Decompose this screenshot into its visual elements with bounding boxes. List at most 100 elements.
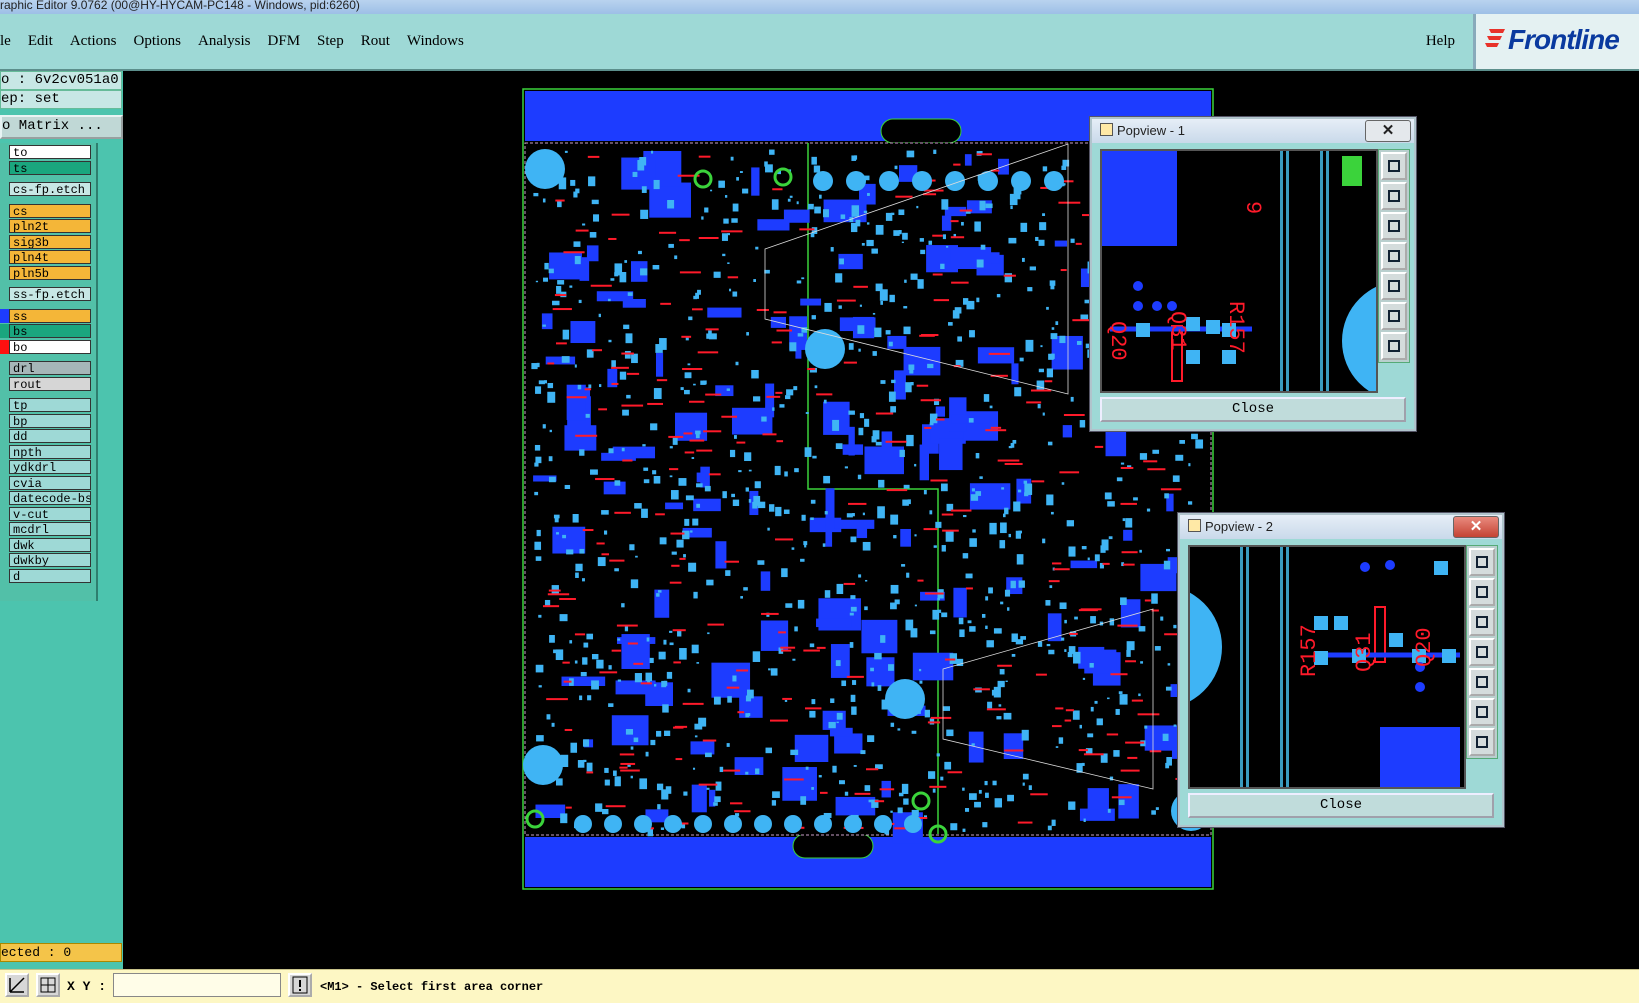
silkscreen-mark: [1120, 502, 1137, 505]
copper-area: [757, 219, 790, 231]
popview-zoom-tool-icon[interactable]: [1469, 698, 1495, 726]
menu-item-edit[interactable]: Edit: [28, 33, 53, 50]
popview-zoom-tool-icon[interactable]: [1469, 578, 1495, 606]
smd-pad: [724, 195, 728, 198]
layer-dd[interactable]: dd: [9, 429, 91, 443]
popview-zoom-tool-icon[interactable]: [1469, 668, 1495, 696]
layer-tp[interactable]: tp: [9, 398, 91, 412]
menu-item-analysis[interactable]: Analysis: [198, 33, 251, 50]
popview-2-view[interactable]: R157 Q31 Q20: [1188, 545, 1466, 789]
smd-pad: [1167, 663, 1171, 666]
layer-dwk[interactable]: dwk: [9, 537, 91, 552]
layer-pln5b[interactable]: pln5b: [9, 265, 91, 280]
smd-pad: [738, 470, 742, 473]
layer-drl[interactable]: drl: [9, 361, 91, 375]
silkscreen-mark: [705, 328, 719, 331]
menu-item-actions[interactable]: Actions: [70, 33, 117, 50]
menu-item-le[interactable]: le: [0, 33, 11, 50]
popview-zoom-tool-icon[interactable]: [1381, 152, 1407, 180]
silkscreen-mark: [679, 557, 686, 560]
popview-1-titlebar[interactable]: Popview - 1 ✕: [1092, 119, 1414, 143]
layer-dwkby[interactable]: dwkby: [9, 553, 91, 567]
layer-cvia[interactable]: cvia: [9, 475, 91, 490]
silkscreen-mark: [816, 393, 833, 396]
copper-area: [1123, 529, 1133, 541]
step-name: ep: set: [0, 90, 122, 109]
layer-datecode-bs[interactable]: datecode-bs: [9, 491, 91, 505]
smd-pad: [785, 395, 791, 400]
layer-rout[interactable]: rout: [9, 376, 91, 391]
popview-zoom-tool-icon[interactable]: [1469, 728, 1495, 756]
layer-ss-fp.etch[interactable]: ss-fp.etch: [9, 287, 91, 301]
popview-1-close-button[interactable]: Close: [1100, 397, 1406, 422]
smd-pad: [1025, 339, 1034, 352]
silkscreen-mark: [611, 382, 619, 385]
smd-pad: [919, 680, 923, 684]
smd-pad: [706, 579, 714, 586]
layer-ss[interactable]: ss: [9, 308, 91, 323]
popview-zoom-tool-icon[interactable]: [1469, 638, 1495, 666]
silkscreen-mark: [775, 391, 783, 394]
menu-item-dfm[interactable]: DFM: [268, 33, 301, 50]
popview-zoom-tool-icon[interactable]: [1381, 272, 1407, 300]
menu-item-windows[interactable]: Windows: [407, 33, 464, 50]
smd-pad: [574, 255, 581, 265]
measure-tool-icon[interactable]: [5, 973, 29, 997]
menu-item-rout[interactable]: Rout: [361, 33, 390, 50]
smd-pad: [1122, 518, 1126, 522]
layer-bs[interactable]: bs: [9, 324, 91, 338]
layer-pln2t[interactable]: pln2t: [9, 219, 91, 233]
popview-zoom-tool-icon[interactable]: [1381, 302, 1407, 330]
layer-cs-fp.etch[interactable]: cs-fp.etch: [9, 182, 91, 196]
popview-zoom-tool-icon[interactable]: [1469, 608, 1495, 636]
layer-v-cut[interactable]: v-cut: [9, 506, 91, 521]
popview-1-view[interactable]: Q20 Q31 R157 9: [1100, 149, 1378, 393]
smd-pad: [736, 177, 739, 181]
popview-zoom-tool-icon[interactable]: [1381, 332, 1407, 360]
xy-input[interactable]: [113, 973, 281, 997]
smd-pad: [1029, 266, 1036, 271]
popview-2-close-icon[interactable]: ✕: [1453, 516, 1499, 538]
popview-1-close-icon[interactable]: ✕: [1365, 120, 1411, 142]
popview-zoom-tool-icon[interactable]: [1381, 182, 1407, 210]
popview-zoom-tool-icon[interactable]: [1469, 548, 1495, 576]
layer-npth[interactable]: npth: [9, 444, 91, 459]
smd-pad: [1049, 585, 1053, 589]
layer-bp[interactable]: bp: [9, 413, 91, 428]
grid-tool-icon[interactable]: [36, 973, 60, 997]
layer-mcdrl[interactable]: mcdrl: [9, 522, 91, 536]
smd-pad: [850, 222, 858, 233]
smd-pad: [890, 514, 899, 525]
smd-pad: [920, 249, 926, 255]
layer-ts[interactable]: ts: [9, 160, 91, 175]
copper-area: [782, 767, 817, 801]
menu-item-step[interactable]: Step: [317, 33, 344, 50]
popview-zoom-tool-icon[interactable]: [1381, 242, 1407, 270]
silkscreen-mark: [843, 582, 856, 585]
silkscreen-mark: [542, 605, 560, 608]
layer-d[interactable]: d: [9, 568, 91, 583]
layer-to[interactable]: to: [9, 145, 91, 159]
alert-icon[interactable]: [288, 973, 312, 997]
layer-sig3b[interactable]: sig3b: [9, 234, 91, 249]
popview-2-toolbar: [1466, 545, 1498, 759]
layer-cs[interactable]: cs: [9, 203, 91, 218]
popview-zoom-tool-icon[interactable]: [1381, 212, 1407, 240]
layer-ydkdrl[interactable]: ydkdrl: [9, 460, 91, 474]
layer-bo[interactable]: bo: [9, 339, 91, 354]
smd-pad: [903, 326, 911, 335]
layer-pln4t[interactable]: pln4t: [9, 250, 91, 264]
smd-pad: [1042, 538, 1046, 544]
smd-pad: [850, 595, 856, 600]
smd-pad: [562, 329, 570, 340]
smd-pad: [535, 456, 542, 464]
menu-item-options[interactable]: Options: [134, 33, 182, 50]
smd-pad: [978, 789, 982, 794]
silkscreen-mark: [599, 671, 618, 674]
matrix-button[interactable]: o Matrix ...: [0, 115, 123, 139]
popview-2-close-button[interactable]: Close: [1188, 793, 1494, 818]
smd-pad: [838, 305, 842, 309]
silkscreen-mark: [1125, 660, 1136, 663]
menu-help[interactable]: Help: [1426, 33, 1455, 50]
popview-2-titlebar[interactable]: Popview - 2 ✕: [1180, 515, 1502, 539]
